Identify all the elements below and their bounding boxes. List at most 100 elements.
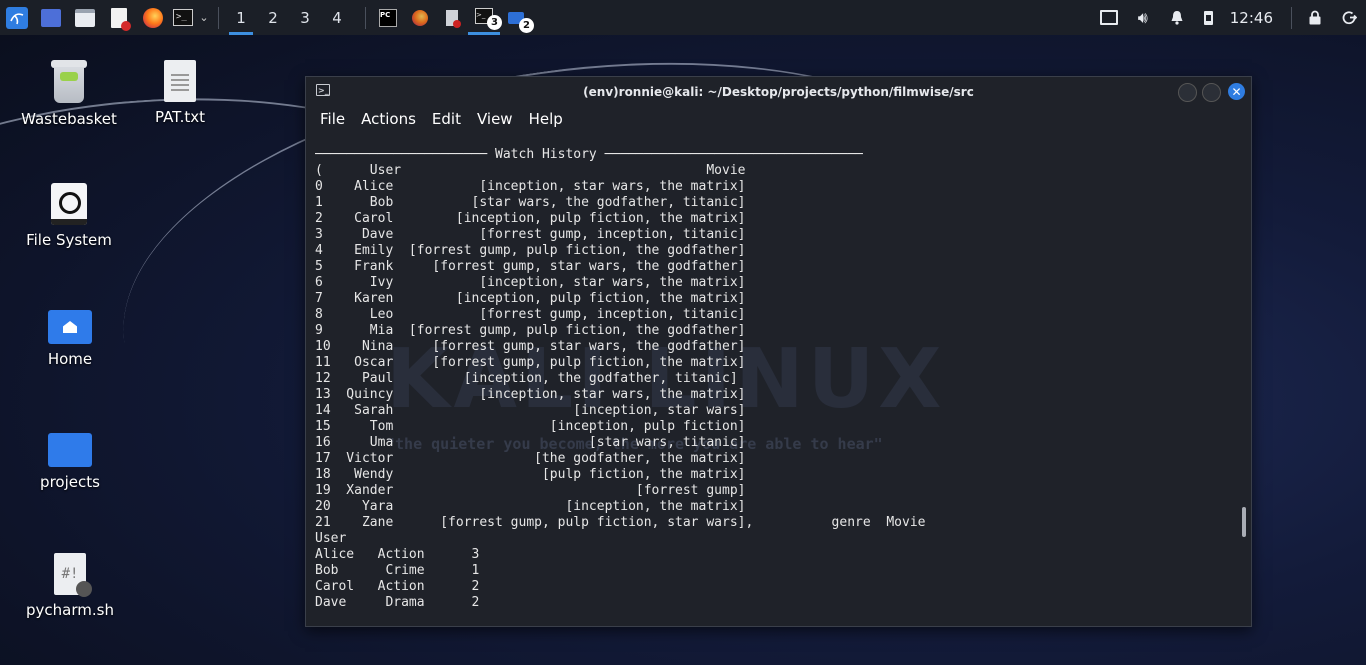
volume-tray-button[interactable]: 🔊︎ xyxy=(1126,0,1160,35)
workspace-1[interactable]: 1 xyxy=(225,0,257,35)
desktop-icon-label: pycharm.sh xyxy=(26,601,114,619)
task-file-manager[interactable]: 2 xyxy=(500,0,534,35)
power-icon xyxy=(1342,11,1357,25)
home-folder-icon xyxy=(48,310,92,344)
menu-help[interactable]: Help xyxy=(529,110,563,128)
task-firefox[interactable] xyxy=(404,0,436,35)
terminal-launcher[interactable]: >_ xyxy=(170,0,196,35)
terminal-line: 6 Ivy [inception, star wars, the matrix] xyxy=(315,275,746,290)
lock-screen-button[interactable] xyxy=(1298,0,1332,35)
network-tray-button[interactable] xyxy=(1092,0,1126,35)
firefox-icon xyxy=(143,7,163,28)
desktop-icon-home[interactable]: Home xyxy=(15,310,125,368)
terminal-line: 9 Mia [forrest gump, pulp fiction, the g… xyxy=(315,323,746,338)
kali-menu-button[interactable] xyxy=(0,0,34,35)
task-pycharm[interactable]: PC xyxy=(372,0,404,35)
menu-bar: File Actions Edit View Help xyxy=(306,107,1251,131)
desktop-icon-label: Wastebasket xyxy=(21,110,117,128)
panel-clock[interactable]: 12:46 xyxy=(1230,9,1273,27)
terminal-line: ────────────────────── Watch History ───… xyxy=(315,147,863,162)
bell-icon xyxy=(1171,11,1183,25)
terminal-line: ( User Movie xyxy=(315,163,746,178)
close-icon: ✕ xyxy=(1231,84,1242,99)
desktop-icon xyxy=(41,8,61,27)
window-titlebar[interactable]: >_ (env)ronnie@kali: ~/Desktop/projects/… xyxy=(306,77,1251,107)
menu-view[interactable]: View xyxy=(477,110,513,128)
system-tray: 🔊︎ 12:46 xyxy=(1092,0,1366,35)
lock-icon xyxy=(1309,10,1321,25)
terminal-line: Alice Action 3 xyxy=(315,547,480,562)
terminal-window: >_ (env)ronnie@kali: ~/Desktop/projects/… xyxy=(305,76,1252,627)
terminal-line: 8 Leo [forrest gump, inception, titanic] xyxy=(315,307,746,322)
terminal-line: 20 Yara [inception, the matrix] xyxy=(315,499,746,514)
logout-button[interactable] xyxy=(1332,0,1366,35)
chevron-down-icon: ⌄ xyxy=(199,11,209,24)
script-file-icon: #! xyxy=(54,553,92,597)
display-icon xyxy=(1099,10,1118,25)
terminal-line: 5 Frank [forrest gump, star wars, the go… xyxy=(315,259,746,274)
terminal-line: 16 Uma [star wars, titanic] xyxy=(315,435,746,450)
maximize-button[interactable] xyxy=(1202,83,1221,102)
desktop-icon-label: Home xyxy=(47,350,93,368)
task-terminal[interactable]: >_ 3 xyxy=(468,0,502,35)
text-file-icon xyxy=(164,60,196,102)
menu-actions[interactable]: Actions xyxy=(361,110,416,128)
power-manager-tray-button[interactable] xyxy=(1194,0,1224,35)
terminal-line: 2 Carol [inception, pulp fiction, the ma… xyxy=(315,211,746,226)
drive-icon xyxy=(51,183,87,225)
terminal-line: User xyxy=(315,531,347,546)
desktop-icon-pat-txt[interactable]: PAT.txt xyxy=(125,60,235,126)
desktop-icon-file-system[interactable]: File System xyxy=(14,183,124,249)
terminal-line: 0 Alice [inception, star wars, the matri… xyxy=(315,179,746,194)
terminal-line: 1 Bob [star wars, the godfather, titanic… xyxy=(315,195,746,210)
terminal-line: 14 Sarah [inception, star wars] xyxy=(315,403,746,418)
terminal-line: 13 Quincy [inception, star wars, the mat… xyxy=(315,387,746,402)
kali-logo-icon xyxy=(6,6,28,29)
terminal-line: 17 Victor [the godfather, the matrix] xyxy=(315,451,746,466)
task-text-editor[interactable] xyxy=(436,0,468,35)
text-editor-launcher[interactable] xyxy=(102,0,136,35)
launcher-dropdown[interactable]: ⌄ xyxy=(196,0,212,35)
panel-separator xyxy=(365,6,366,29)
menu-edit[interactable]: Edit xyxy=(432,110,461,128)
terminal-output[interactable]: ────────────────────── Watch History ───… xyxy=(315,147,1235,625)
terminal-line: 7 Karen [inception, pulp fiction, the ma… xyxy=(315,291,746,306)
desktop-icon-label: PAT.txt xyxy=(155,108,205,126)
menu-file[interactable]: File xyxy=(320,110,345,128)
desktop-icon-label: File System xyxy=(26,231,112,249)
workspace-3[interactable]: 3 xyxy=(289,0,321,35)
notifications-tray-button[interactable] xyxy=(1160,0,1194,35)
terminal-line: Carol Action 2 xyxy=(315,579,480,594)
firefox-icon xyxy=(412,9,428,26)
show-desktop-button[interactable] xyxy=(34,0,68,35)
terminal-scrollbar[interactable] xyxy=(1242,507,1246,537)
desktop-icon-projects[interactable]: projects xyxy=(15,433,125,491)
close-button[interactable]: ✕ xyxy=(1228,83,1245,100)
terminal-line: 18 Wendy [pulp fiction, the matrix] xyxy=(315,467,746,482)
terminal-line: 11 Oscar [forrest gump, pulp fiction, th… xyxy=(315,355,746,370)
top-panel: >_ ⌄ 1 2 3 4 PC >_ 3 2 🔊︎ 12:46 xyxy=(0,0,1366,35)
minimize-button[interactable] xyxy=(1178,83,1197,102)
file-manager-launcher[interactable] xyxy=(68,0,102,35)
workspace-4[interactable]: 4 xyxy=(321,0,353,35)
terminal-line: Bob Crime 1 xyxy=(315,563,480,578)
battery-charging-icon xyxy=(1204,10,1214,25)
terminal-line: Dave Drama 2 xyxy=(315,595,480,610)
pycharm-icon: PC xyxy=(379,8,397,27)
panel-separator xyxy=(218,6,219,29)
window-title: (env)ronnie@kali: ~/Desktop/projects/pyt… xyxy=(583,85,974,99)
desktop-icon-wastebasket[interactable]: Wastebasket xyxy=(14,60,124,128)
terminal-line: 3 Dave [forrest gump, inception, titanic… xyxy=(315,227,746,242)
desktop-icon-label: projects xyxy=(40,473,100,491)
terminal-line: 4 Emily [forrest gump, pulp fiction, the… xyxy=(315,243,746,258)
trash-icon xyxy=(51,60,87,104)
terminal-line: 10 Nina [forrest gump, star wars, the go… xyxy=(315,339,746,354)
terminal-icon: >_ xyxy=(173,9,193,26)
file-manager-icon xyxy=(75,8,95,27)
firefox-launcher[interactable] xyxy=(136,0,170,35)
desktop-icon-pycharm-sh[interactable]: #! pycharm.sh xyxy=(15,553,125,619)
workspace-2[interactable]: 2 xyxy=(257,0,289,35)
terminal-line: 21 Zane [forrest gump, pulp fiction, sta… xyxy=(315,515,926,530)
panel-separator xyxy=(1291,6,1292,29)
terminal-line: 19 Xander [forrest gump] xyxy=(315,483,746,498)
